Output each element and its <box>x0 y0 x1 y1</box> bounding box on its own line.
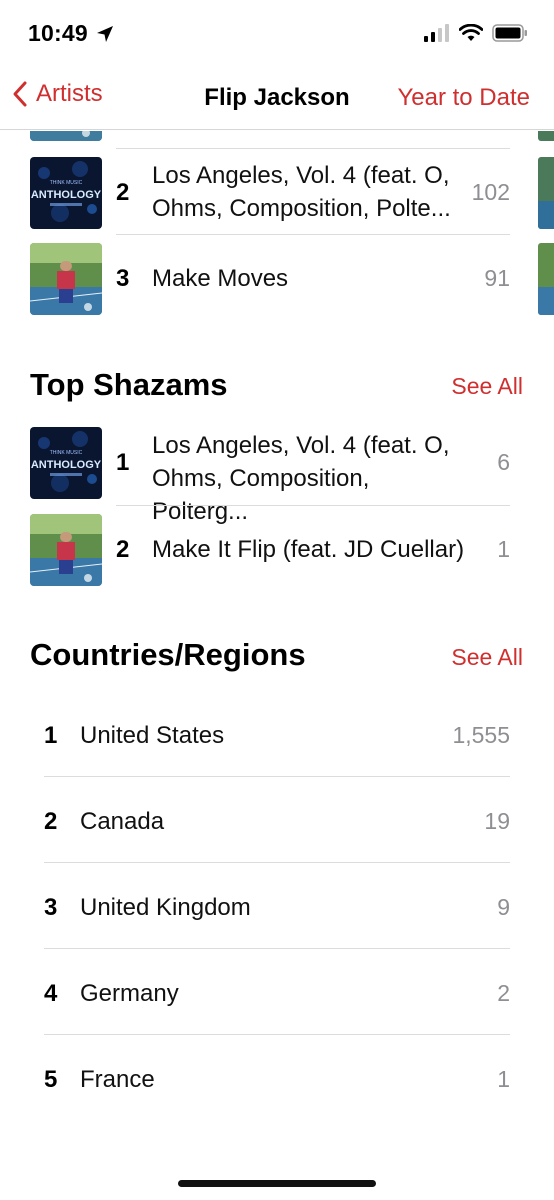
svg-text:THINK MUSIC: THINK MUSIC <box>50 450 83 456</box>
song-row[interactable]: 3 Make Moves 91 <box>0 241 554 321</box>
back-button[interactable]: Artists <box>12 80 103 108</box>
song-rank: 3 <box>116 265 130 292</box>
song-count: 91 <box>484 265 510 291</box>
country-name: Canada <box>80 808 165 835</box>
status-time-text: 10:49 <box>28 20 88 46</box>
album-art-text: ANTHOLOGY <box>31 459 102 471</box>
see-all-countries-button[interactable]: See All <box>451 644 523 671</box>
row-separator <box>116 505 510 506</box>
country-row[interactable]: 1 United States 1,555 <box>0 691 554 777</box>
battery-icon <box>492 24 527 42</box>
shazam-rank: 2 <box>116 536 130 563</box>
country-rank: 5 <box>44 1066 58 1093</box>
country-row[interactable]: 4 Germany 2 <box>0 949 554 1035</box>
country-name: France <box>80 1066 155 1093</box>
song-count: 102 <box>471 179 510 205</box>
country-count: 1,555 <box>452 722 510 748</box>
album-art <box>30 514 102 586</box>
album-art <box>30 243 102 315</box>
section-title-top-shazams: Top Shazams <box>30 367 228 402</box>
song-row[interactable]: THINK MUSIC ANTHOLOGY 2 Los Angeles, Vol… <box>0 155 554 235</box>
shazam-rank: 1 <box>116 449 130 476</box>
country-count: 19 <box>484 808 510 834</box>
country-rank: 1 <box>44 722 58 749</box>
wifi-icon <box>459 24 483 41</box>
album-art-text: ANTHOLOGY <box>31 189 102 201</box>
next-page-art-peek <box>538 157 554 229</box>
country-name: United Kingdom <box>80 894 251 921</box>
row-separator <box>116 148 510 149</box>
status-bar: 10:49 <box>0 0 554 70</box>
country-row[interactable]: 2 Canada 19 <box>0 777 554 863</box>
status-time: 10:49 <box>28 20 114 47</box>
cellular-signal-icon <box>424 24 449 42</box>
country-name: United States <box>80 722 225 749</box>
song-title: Make Moves <box>152 265 289 292</box>
back-button-label: Artists <box>36 80 103 107</box>
country-rank: 4 <box>44 980 58 1007</box>
country-rank: 3 <box>44 894 58 921</box>
status-icons <box>424 24 528 42</box>
next-page-art-peek <box>538 243 554 315</box>
time-range-button[interactable]: Year to Date <box>397 84 530 112</box>
country-row[interactable]: 5 France 1 <box>0 1035 554 1121</box>
country-rank: 2 <box>44 808 58 835</box>
country-count: 9 <box>497 894 510 920</box>
next-page-art-peek <box>538 131 554 141</box>
navigation-bar: Artists Flip Jackson Year to Date <box>0 70 554 130</box>
svg-text:THINK MUSIC: THINK MUSIC <box>50 180 83 186</box>
see-all-shazams-button[interactable]: See All <box>451 373 523 400</box>
chevron-left-icon <box>13 81 27 107</box>
shazam-count: 6 <box>497 449 510 475</box>
shazam-title: Make It Flip (feat. JD Cuellar) <box>152 536 465 563</box>
country-count: 2 <box>497 980 510 1006</box>
song-title: Los Angeles, Vol. 4 (feat. O, Ohms, Comp… <box>152 162 451 222</box>
country-name: Germany <box>80 980 179 1007</box>
country-row[interactable]: 3 United Kingdom 9 <box>0 863 554 949</box>
album-art: THINK MUSIC ANTHOLOGY <box>30 157 102 229</box>
song-rank: 2 <box>116 179 130 206</box>
album-art <box>30 131 102 141</box>
country-count: 1 <box>497 1066 510 1092</box>
scroll-content[interactable]: THINK MUSIC ANTHOLOGY 2 Los Angeles, Vol… <box>0 131 554 1200</box>
shazam-row[interactable]: THINK MUSIC ANTHOLOGY 1 Los Angeles, Vol… <box>0 425 554 525</box>
album-art: THINK MUSIC ANTHOLOGY <box>30 427 102 499</box>
location-arrow-icon <box>96 25 113 42</box>
row-separator <box>116 234 510 235</box>
home-indicator[interactable] <box>178 1180 376 1187</box>
shazam-row[interactable]: 2 Make It Flip (feat. JD Cuellar) 1 <box>0 512 554 592</box>
shazam-count: 1 <box>497 536 510 562</box>
section-title-countries: Countries/Regions <box>30 637 306 672</box>
